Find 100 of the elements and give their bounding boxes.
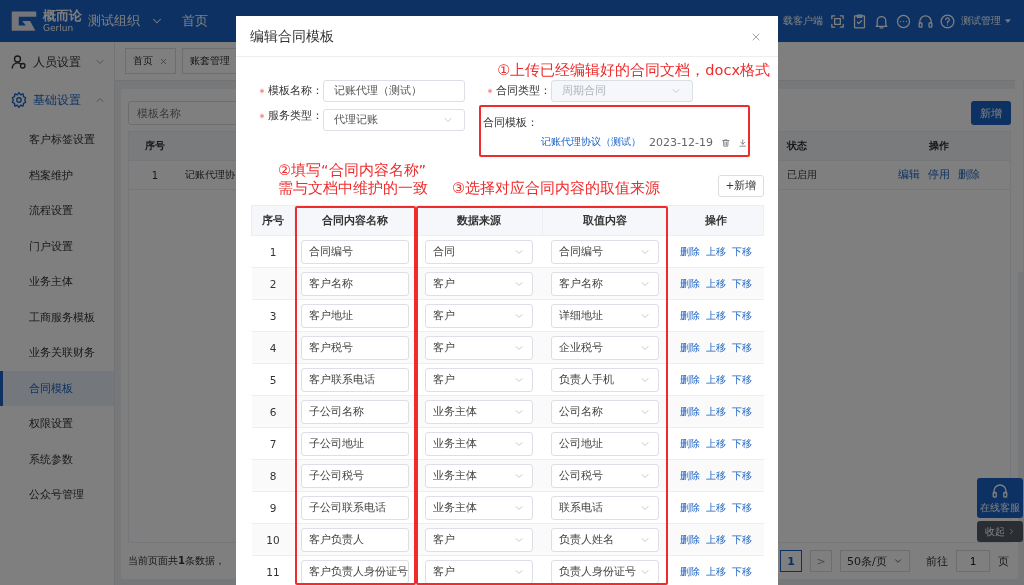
select-field[interactable]: 合同 xyxy=(425,239,533,264)
action-link[interactable]: 下移 xyxy=(731,437,752,449)
org-selector[interactable]: 测试组织 xyxy=(88,12,164,30)
action-link[interactable]: 上移 xyxy=(705,469,726,481)
select-field[interactable]: 企业税号 xyxy=(551,335,659,360)
action-link[interactable]: 下移 xyxy=(731,469,752,481)
user-menu[interactable]: 测试管理 xyxy=(961,14,1012,28)
text-field[interactable]: 子公司地址 xyxy=(301,431,409,456)
table-cell: 4 xyxy=(251,331,295,364)
page-button[interactable]: 1 xyxy=(780,550,802,572)
action-link[interactable]: 删除 xyxy=(957,168,980,182)
sidebar-item[interactable]: 系统参数 xyxy=(0,441,114,477)
sidebar-item[interactable]: 业务主体 xyxy=(0,264,114,300)
text-field[interactable]: 合同编号 xyxy=(301,239,409,264)
page-tab[interactable]: 账套管理 xyxy=(182,48,238,74)
download-link[interactable]: 载客户端 xyxy=(783,14,823,28)
select-field[interactable]: 公司地址 xyxy=(551,431,659,456)
nav-link[interactable]: 首页 xyxy=(182,12,208,30)
action-link[interactable]: 删除 xyxy=(679,373,700,385)
text-field[interactable]: 客户联系电话 xyxy=(301,367,409,392)
text-field[interactable]: 客户负责人 xyxy=(301,527,409,552)
action-link[interactable]: 上移 xyxy=(705,501,726,513)
sidebar-item[interactable]: 公众号管理 xyxy=(0,477,114,513)
select-field[interactable]: 负责人手机 xyxy=(551,367,659,392)
action-link[interactable]: 停用 xyxy=(927,168,950,182)
sidebar-item[interactable]: 客户标签设置 xyxy=(0,122,114,158)
select-field[interactable]: 详细地址 xyxy=(551,303,659,328)
text-field[interactable]: 客户税号 xyxy=(301,335,409,360)
sidebar-item[interactable]: 门户设置 xyxy=(0,228,114,264)
action-link[interactable]: 下移 xyxy=(731,533,752,545)
online-service-button[interactable]: 在线客服 xyxy=(977,478,1023,518)
action-link[interactable]: 删除 xyxy=(679,405,700,417)
sidebar-item[interactable]: 工商服务模板 xyxy=(0,299,114,335)
text-field[interactable]: 客户名称 xyxy=(301,271,409,296)
action-link[interactable]: 删除 xyxy=(679,309,700,321)
text-field[interactable]: 客户地址 xyxy=(301,303,409,328)
select-field[interactable]: 负责人姓名 xyxy=(551,527,659,552)
goto-label: 前往 xyxy=(926,553,948,569)
text-field[interactable]: 子公司联系电话 xyxy=(301,495,409,520)
file-link[interactable]: 记账代理协议（测试） xyxy=(541,136,641,149)
collapse-button[interactable]: 收起 xyxy=(977,521,1023,542)
action-link[interactable]: 上移 xyxy=(705,373,726,385)
select-field[interactable]: 代理记账 xyxy=(323,109,465,131)
select-field[interactable]: 业务主体 xyxy=(425,463,533,488)
sidebar-item[interactable]: 档案维护 xyxy=(0,157,114,193)
action-link[interactable]: 删除 xyxy=(679,469,700,481)
select-field[interactable]: 客户 xyxy=(425,335,533,360)
action-link[interactable]: 下移 xyxy=(731,501,752,513)
sidebar-item[interactable]: 权限设置 xyxy=(0,406,114,442)
sidebar-group[interactable]: 基础设置 xyxy=(0,84,114,116)
sidebar-item[interactable]: 流程设置 xyxy=(0,193,114,229)
text-field[interactable]: 子公司税号 xyxy=(301,463,409,488)
action-link[interactable]: 删除 xyxy=(679,245,700,257)
action-link[interactable]: 上移 xyxy=(705,405,726,417)
action-link[interactable]: 下移 xyxy=(731,245,752,257)
action-link[interactable]: 上移 xyxy=(705,245,726,257)
action-link[interactable]: 下移 xyxy=(731,341,752,353)
action-link[interactable]: 删除 xyxy=(679,565,700,577)
select-field[interactable]: 业务主体 xyxy=(425,399,533,424)
select-field[interactable]: 客户 xyxy=(425,367,533,392)
table-cell: 6 xyxy=(251,395,295,428)
action-link[interactable]: 上移 xyxy=(705,437,726,449)
action-link[interactable]: 上移 xyxy=(705,533,726,545)
action-link[interactable]: 下移 xyxy=(731,309,752,321)
action-link[interactable]: 删除 xyxy=(679,277,700,289)
page-size-select[interactable]: 50条/页 xyxy=(840,550,910,572)
select-field[interactable]: 业务主体 xyxy=(425,431,533,456)
action-link[interactable]: 编辑 xyxy=(897,168,920,182)
select-field[interactable]: 客户 xyxy=(425,303,533,328)
select-field[interactable]: 公司名称 xyxy=(551,399,659,424)
select-field[interactable]: 业务主体 xyxy=(425,495,533,520)
action-link[interactable]: 上移 xyxy=(705,341,726,353)
table-cell: 3 xyxy=(251,299,295,332)
select-field[interactable]: 合同编号 xyxy=(551,239,659,264)
add-row-button[interactable]: +新增 xyxy=(718,175,764,197)
action-link[interactable]: 下移 xyxy=(731,565,752,577)
action-link[interactable]: 删除 xyxy=(679,341,700,353)
new-button[interactable]: 新增 xyxy=(971,101,1011,125)
page-input[interactable]: 1 xyxy=(956,550,990,572)
action-link[interactable]: 上移 xyxy=(705,277,726,289)
action-link[interactable]: 下移 xyxy=(731,277,752,289)
action-link[interactable]: 上移 xyxy=(705,309,726,321)
table-cell: 2 xyxy=(251,267,295,300)
text-field[interactable]: 子公司名称 xyxy=(301,399,409,424)
action-link[interactable]: 删除 xyxy=(679,501,700,513)
action-link[interactable]: 上移 xyxy=(705,565,726,577)
select-field[interactable]: 联系电话 xyxy=(551,495,659,520)
text-field[interactable]: 记账代理（测试） xyxy=(323,80,465,102)
column-header: 操作 xyxy=(667,205,764,236)
page-tab[interactable]: 首页 xyxy=(125,48,176,74)
sidebar-item[interactable]: 业务关联财务 xyxy=(0,335,114,371)
sidebar-group[interactable]: 人员设置 xyxy=(0,46,114,78)
select-field[interactable]: 公司税号 xyxy=(551,463,659,488)
action-link[interactable]: 删除 xyxy=(679,533,700,545)
select-field[interactable]: 客户 xyxy=(425,527,533,552)
select-field[interactable]: 客户 xyxy=(425,271,533,296)
action-link[interactable]: 删除 xyxy=(679,437,700,449)
select-field[interactable]: 客户名称 xyxy=(551,271,659,296)
action-link[interactable]: 下移 xyxy=(731,405,752,417)
action-link[interactable]: 下移 xyxy=(731,373,752,385)
